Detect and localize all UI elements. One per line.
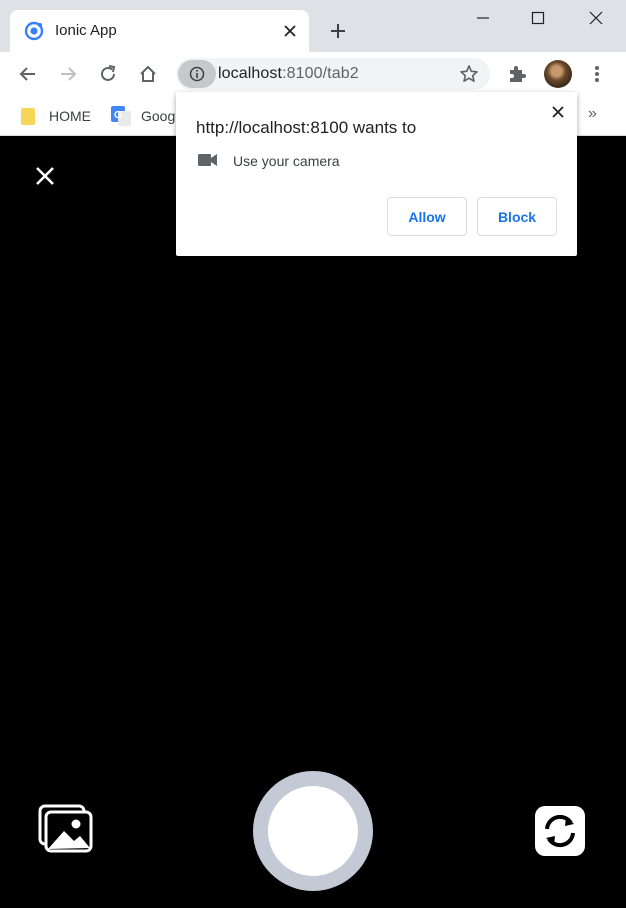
bookmark-google-label: Goog <box>141 108 176 124</box>
block-button[interactable]: Block <box>477 197 557 236</box>
forward-arrow-icon[interactable] <box>54 60 82 88</box>
gallery-images-icon[interactable] <box>38 804 94 854</box>
camera-permission-popup: http://localhost:8100 wants to Use your … <box>176 92 577 256</box>
minimize-icon[interactable] <box>469 6 497 30</box>
url-path: :8100/tab2 <box>282 65 359 82</box>
more-menu-icon[interactable] <box>583 60 611 88</box>
svg-text:G: G <box>114 110 122 121</box>
folder-icon <box>21 107 35 125</box>
site-info-icon[interactable] <box>178 60 216 88</box>
browser-toolbar: localhost:8100/tab2 <box>0 52 626 96</box>
tab-title: Ionic App <box>55 22 117 39</box>
popup-close-icon[interactable] <box>546 100 570 124</box>
window-close-icon[interactable] <box>582 6 610 30</box>
bookmark-home-label: HOME <box>49 108 91 124</box>
profile-avatar[interactable] <box>544 60 572 88</box>
camera-close-icon[interactable] <box>30 161 60 191</box>
tab-close-icon[interactable] <box>278 19 302 43</box>
bookmark-home[interactable]: HOME <box>21 105 91 127</box>
video-camera-icon <box>198 154 217 166</box>
reload-icon[interactable] <box>94 60 122 88</box>
bookmark-google[interactable]: G Goog <box>111 105 175 127</box>
url-host: localhost <box>218 65 283 82</box>
ionic-logo-icon <box>24 21 44 41</box>
new-tab-plus-icon[interactable] <box>325 18 351 44</box>
url-text: localhost:8100/tab2 <box>218 65 359 83</box>
bookmark-star-icon[interactable] <box>456 61 482 87</box>
shutter-button-inner <box>268 786 358 876</box>
flip-camera-button[interactable] <box>535 806 585 856</box>
maximize-icon[interactable] <box>524 6 552 30</box>
popup-title: http://localhost:8100 wants to <box>196 118 417 137</box>
home-icon[interactable] <box>134 60 162 88</box>
flip-camera-icon <box>545 814 575 848</box>
permission-text: Use your camera <box>233 153 340 169</box>
browser-tab-ionic-app[interactable]: Ionic App <box>10 10 309 52</box>
extensions-puzzle-icon[interactable] <box>503 60 531 88</box>
shutter-button[interactable] <box>253 771 373 891</box>
back-arrow-icon[interactable] <box>14 60 42 88</box>
google-translate-icon: G <box>111 106 131 126</box>
bookmarks-overflow-chevron[interactable]: » <box>588 105 597 123</box>
allow-button[interactable]: Allow <box>387 197 467 236</box>
browser-titlebar: Ionic App <box>0 0 626 52</box>
address-bar[interactable]: localhost:8100/tab2 <box>176 58 490 90</box>
